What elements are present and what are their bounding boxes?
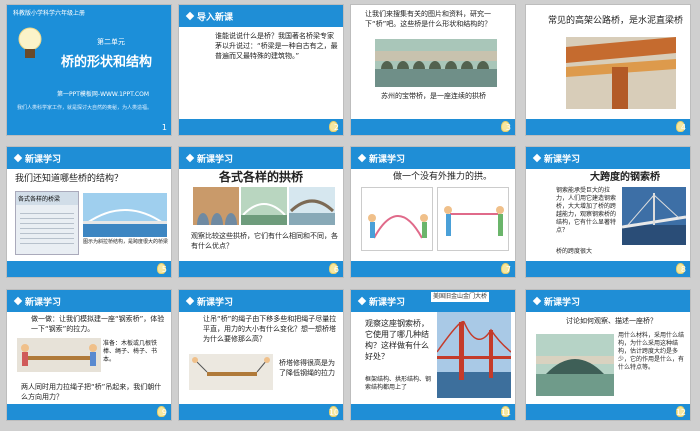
section-tag-label: 新课学习: [544, 298, 581, 308]
slide-thumbnail[interactable]: 新课学习 大跨度的钢索桥 钢索能承受巨大的拉力，人们用它建造钢索桥，大大增加了桥…: [525, 146, 691, 278]
section-tag-label: 新课学习: [197, 298, 234, 308]
lightbulb-icon: [17, 27, 43, 61]
info-box: 各式各样的桥梁: [15, 191, 79, 255]
slide-text: 做一做：让我们模拟建一座“钢索桥”，体验一下“钢索”的拉力。: [31, 315, 165, 333]
slide-thumbnail[interactable]: 新课学习 我们还知道哪些桥的结构？ 各式各样的桥梁 图示为斜拉桥结构，是跨度很大…: [6, 146, 172, 278]
arch-bridge-photo: [536, 334, 614, 396]
slide-title: 各式各样的拱桥: [219, 170, 304, 184]
slide-text: 观察这座钢索桥，它使用了哪几种结构？这样做有什么好处？: [365, 319, 429, 361]
info-box-title: 各式各样的桥梁: [16, 192, 78, 205]
photo-caption: 苏州的宝带桥，是一座连续的拱桥: [381, 92, 486, 100]
answer-text: 框架结构、拱形结构、钢索结构都用上了: [365, 376, 432, 391]
section-tag-label: 新课学习: [369, 298, 406, 308]
slide-number: 12: [675, 408, 686, 417]
slide-thumbnail[interactable]: 常见的高架公路桥，是水泥直梁桥 4: [525, 4, 691, 136]
section-tag-label: 新课学习: [197, 155, 234, 165]
slide-thumbnail[interactable]: 新课学习 各式各样的拱桥 观察比较这些拱桥，它们有什么相同和不同，各有什么优点？…: [178, 146, 344, 278]
slide-text: 让吊“桥”的绳子由下移多些和把绳子尽量拉平直，用力的大小有什么变化？想一想桥塔为…: [203, 315, 337, 343]
activity-photo: [17, 338, 101, 372]
section-tag: 新课学习: [185, 295, 234, 308]
site-url: 第一PPT模板网-WWW.1PPT.COM: [57, 91, 150, 98]
section-tag-label: 新课学习: [25, 155, 62, 165]
section-tag: 新课学习: [532, 295, 581, 308]
section-tag-label: 新课学习: [369, 155, 406, 165]
section-tag: 新课学习: [532, 152, 581, 165]
arch-bridge-photo-1: [193, 187, 239, 225]
slide-title: 常见的高架公路桥，是水泥直梁桥: [548, 16, 684, 26]
cable-bridge-photo: [622, 187, 686, 245]
photo-caption: 桥的跨度很大: [556, 248, 593, 255]
arch-demo-illustration-1: [361, 187, 433, 251]
arch-demo-illustration-2: [437, 187, 509, 251]
golden-gate-photo: [437, 312, 511, 398]
section-tag: 新课学习: [185, 152, 234, 165]
section-tag: 新课学习: [357, 295, 406, 308]
slide-number: 5: [161, 265, 167, 274]
cover-note: 我们人类科学家工作，就是探讨大自然的奥秘，为人类造福。: [17, 105, 153, 111]
arch-bridge-photo: [375, 39, 497, 87]
question-text: 两人同时用力拉绳子把“桥”吊起来，我们朝什么方向用力？: [21, 383, 162, 401]
photo-caption: 图示为斜拉桥结构，是跨度很大的桥梁: [83, 239, 169, 245]
arch-bridge-photo-2: [241, 187, 287, 225]
photo-label: 美国旧金山金门大桥: [431, 292, 490, 302]
slide-number: 10: [328, 408, 339, 417]
slide-thumbnail[interactable]: 让我们来搜集有关的图片和资料，研究一下“桥”吧。这些桥是什么形状和结构的？ 苏州…: [350, 4, 516, 136]
slide-text: 谁能说说什么是桥？我国著名桥梁专家茅以升说过：“桥梁是一种自古有之，最普遍而又最…: [215, 32, 338, 60]
viaduct-photo: [566, 37, 676, 109]
slide-number: 7: [505, 265, 511, 274]
slide-number: 1: [161, 123, 167, 132]
section-tag-label: 新课学习: [25, 298, 62, 308]
cover-title: 桥的形状和结构: [61, 55, 153, 70]
slide-thumbnail[interactable]: 新课学习 让吊“桥”的绳子由下移多些和把绳子尽量拉平直，用力的大小有什么变化？想…: [178, 289, 344, 421]
note-text: 桥塔修得很高是为了降低钢绳的拉力: [279, 359, 335, 377]
slide-text: 让我们来搜集有关的图片和资料，研究一下“桥”吧。这些桥是什么形状和结构的？: [365, 10, 492, 28]
activity-photo: [189, 354, 273, 390]
section-tag: 新课学习: [357, 152, 406, 165]
info-box-lines: [20, 209, 74, 247]
slide-thumbnail[interactable]: 新课学习 美国旧金山金门大桥 观察这座钢索桥，它使用了哪几种结构？这样做有什么好…: [350, 289, 516, 421]
slide-title: 大跨度的钢索桥: [590, 172, 660, 183]
slide-number: 3: [505, 123, 511, 132]
prep-text: 准备：木板或几根铁棒、绳子、椅子、书本。: [103, 340, 158, 363]
slide-number: 6: [333, 265, 339, 274]
slide-text: 讨论如何观察、描述一座桥？: [566, 317, 657, 325]
slide-number: 8: [680, 265, 686, 274]
slide-number: 4: [680, 123, 686, 132]
slide-number: 11: [500, 408, 511, 417]
slide-sorter: { "slides": [ {"number": "1", "subtitle"…: [0, 0, 700, 431]
arch-bridge-photo-3: [289, 187, 335, 225]
section-tag: 新课学习: [13, 152, 62, 165]
slide-text: 钢索能承受巨大的拉力，人们用它建造钢索桥，大大增加了桥的跨越能力，观察钢索桥的结…: [556, 187, 617, 234]
slide-text-2: 用什么材料，采用什么结构，为什么采用这种结构，估计跨度大约是多少，它的作用是什么…: [618, 332, 685, 371]
section-tag-label: 导入新课: [197, 13, 234, 23]
slide-number: 2: [333, 123, 339, 132]
slide-thumbnail[interactable]: 科教版小学科学六年级上册 第二单元 桥的形状和结构 第一PPT模板网-WWW.1…: [6, 4, 172, 136]
slide-text: 观察比较这些拱桥，它们有什么相同和不同，各有什么优点？: [191, 232, 338, 250]
cover-subtitle: 科教版小学科学六年级上册: [13, 10, 86, 17]
slide-thumbnail[interactable]: 新课学习 讨论如何观察、描述一座桥？ 用什么材料，采用什么结构，为什么采用这种结…: [525, 289, 691, 421]
slide-thumbnail[interactable]: 导入新课 谁能说说什么是桥？我国著名桥梁专家茅以升说过：“桥梁是一种自古有之，最…: [178, 4, 344, 136]
slide-title: 我们还知道哪些桥的结构？: [15, 174, 124, 184]
section-tag: 导入新课: [185, 10, 234, 23]
slide-title: 做一个没有外推力的拱。: [393, 172, 493, 182]
cable-bridge-photo: [83, 193, 167, 237]
section-tag-label: 新课学习: [544, 155, 581, 165]
slide-number: 9: [161, 408, 167, 417]
slide-thumbnail[interactable]: 新课学习 做一个没有外推力的拱。 7: [350, 146, 516, 278]
unit-label: 第二单元: [97, 38, 125, 46]
section-tag: 新课学习: [13, 295, 62, 308]
slide-thumbnail[interactable]: 新课学习 做一做：让我们模拟建一座“钢索桥”，体验一下“钢索”的拉力。 准备：木…: [6, 289, 172, 421]
